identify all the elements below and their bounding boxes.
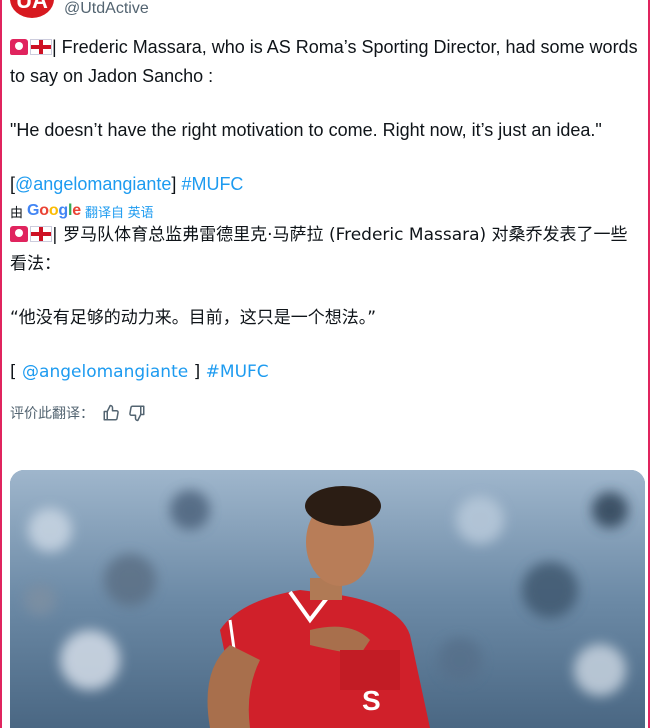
bracket-close: ] (171, 174, 177, 194)
tweet: UA @UtdActive | Frederic Massara, who is… (10, 0, 640, 423)
emoji-group (10, 36, 52, 63)
tweet-credits: [@angelomangiante] #MUFC (10, 171, 640, 198)
translated-from-link[interactable]: 翻译自 英语 (85, 202, 154, 221)
england-flag-icon (30, 226, 52, 242)
rate-translation: 评价此翻译： (10, 403, 640, 423)
bracket-open: [ (10, 362, 17, 382)
tweet-intro-text: | Frederic Massara, who is AS Roma’s Spo… (10, 37, 638, 86)
translated-text-line1: | 罗马队体育总监弗雷德里克·马萨拉 (Frederic Massara) 对桑… (10, 222, 640, 278)
window-frame-left (0, 0, 2, 728)
translation-prefix: 由 (10, 204, 24, 220)
user-handle[interactable]: @UtdActive (64, 0, 149, 18)
bracket-close: ] (193, 362, 201, 382)
translated-credits: [ @angelomangiante ] #MUFC (10, 359, 640, 386)
tweet-text-line1: | Frederic Massara, who is AS Roma’s Spo… (10, 34, 640, 90)
translated-intro-text: | 罗马队体育总监弗雷德里克·马萨拉 (Frederic Massara) 对桑… (10, 225, 628, 274)
tweet-quote: "He doesn’t have the right motivation to… (10, 120, 602, 140)
translation-attribution: 由 Google 翻译自 英语 (10, 202, 640, 220)
avatar-text: UA (16, 0, 48, 13)
tweet-media-photo[interactable]: S (10, 470, 645, 728)
hashtag-link[interactable]: #MUFC (206, 362, 269, 382)
svg-text:S: S (362, 685, 381, 716)
siren-emoji-icon (10, 226, 28, 242)
mention-link[interactable]: @angelomangiante (15, 174, 171, 194)
photo-illustration: S (10, 470, 645, 728)
siren-emoji-icon (10, 39, 28, 55)
hashtag-link[interactable]: #MUFC (181, 174, 243, 194)
mention-link[interactable]: @angelomangiante (22, 362, 188, 382)
avatar[interactable]: UA (10, 0, 54, 18)
emoji-group-translated (10, 224, 52, 251)
england-flag-icon (30, 39, 52, 55)
thumbs-up-icon[interactable] (102, 404, 120, 422)
tweet-header: UA @UtdActive (10, 0, 640, 22)
thumbs-down-icon[interactable] (128, 404, 146, 422)
rate-translation-label: 评价此翻译： (10, 405, 94, 421)
translated-quote: “他没有足够的动力来。目前，这只是一个想法。” (10, 308, 377, 328)
google-logo: Google (27, 202, 81, 219)
